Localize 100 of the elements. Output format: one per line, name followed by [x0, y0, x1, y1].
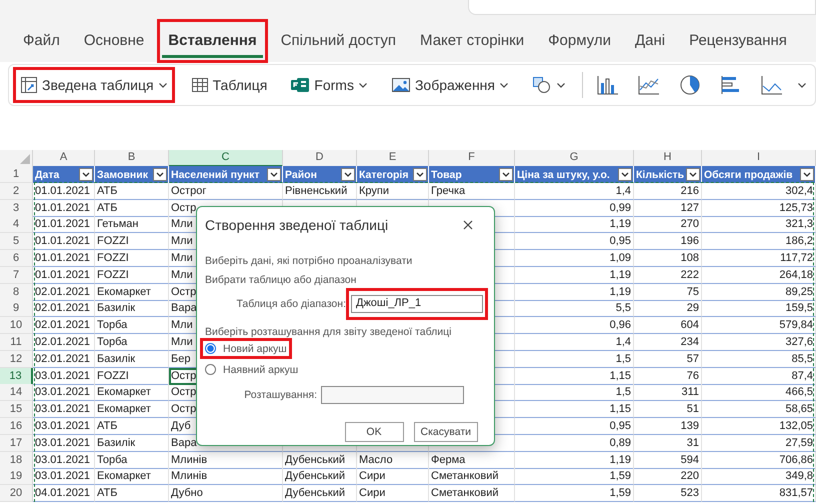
- dialog-button[interactable]: Скасувати: [414, 422, 478, 442]
- row-header[interactable]: 17: [0, 434, 33, 452]
- row-header[interactable]: 8: [0, 284, 33, 301]
- dialog-button[interactable]: OK: [344, 422, 404, 442]
- table-cell: 1,4: [515, 334, 634, 351]
- picture-icon: [390, 76, 411, 94]
- table-cell: 127: [634, 200, 702, 217]
- table-cell: 02.01.2021: [33, 334, 95, 351]
- table-cell: Базилік: [95, 300, 169, 318]
- ribbon-tab[interactable]: Макет сторінки: [414, 28, 530, 58]
- search-field[interactable]: [468, 0, 816, 15]
- table-cell: 321,3: [702, 216, 816, 234]
- toolbar-button[interactable]: Зведена таблиця: [20, 76, 168, 94]
- column-header[interactable]: C: [169, 150, 283, 167]
- table-cell: Дубно: [169, 485, 283, 502]
- table-cell: 51: [634, 401, 702, 418]
- table-cell: 03.01.2021: [33, 452, 95, 469]
- filter-dropdown-icon[interactable]: [341, 168, 355, 181]
- area-chart-icon: [760, 74, 784, 96]
- row-header[interactable]: 3: [0, 200, 33, 217]
- table-cell: 1,59: [515, 485, 634, 502]
- location-field[interactable]: [321, 386, 464, 404]
- ribbon-tab[interactable]: Основне: [78, 28, 150, 58]
- table-cell: 1,09: [515, 250, 634, 267]
- toolbar-button[interactable]: Forms: [290, 76, 368, 94]
- ribbon-tab[interactable]: Спільний доступ: [274, 28, 402, 58]
- table-cell: АТБ: [95, 485, 169, 502]
- table-cell: 264,18: [702, 266, 816, 284]
- filter-dropdown-icon[interactable]: [413, 168, 427, 181]
- table-cell: 02.01.2021: [33, 284, 95, 301]
- row-header[interactable]: 6: [0, 250, 33, 267]
- toolbar-button[interactable]: Зображення: [390, 76, 509, 94]
- close-icon[interactable]: [462, 219, 474, 231]
- table-cell: 1,59: [515, 468, 634, 486]
- row-header[interactable]: 4: [0, 216, 33, 234]
- range-field[interactable]: Джоші_ЛР_1: [351, 295, 483, 313]
- table-cell: 85,5: [702, 350, 816, 368]
- filter-dropdown-icon[interactable]: [686, 168, 700, 181]
- table-cell: 03.01.2021: [33, 468, 95, 486]
- toolbar-button[interactable]: [532, 76, 566, 94]
- table-cell: 196: [634, 233, 702, 250]
- column-title: Населений пункт: [171, 168, 260, 180]
- table-cell: Торба: [95, 317, 169, 334]
- table-cell: Екомаркет: [95, 401, 169, 418]
- filter-dropdown-icon[interactable]: [79, 168, 93, 181]
- filter-dropdown-icon[interactable]: [267, 168, 281, 181]
- radio-button[interactable]: [205, 343, 216, 354]
- toolbar-button[interactable]: Таблиця: [190, 76, 268, 94]
- table-cell: 831,57: [702, 485, 816, 502]
- row-header[interactable]: 11: [0, 334, 33, 351]
- table-cell: 327,6: [702, 334, 816, 351]
- table-cell: FOZZI: [95, 368, 169, 385]
- column-title: Обсяги продажів: [704, 168, 793, 180]
- radio-button[interactable]: [205, 364, 216, 375]
- table-cell: 03.01.2021: [33, 384, 95, 402]
- table-cell: 234: [634, 334, 702, 351]
- table-cell: 349,8: [702, 468, 816, 486]
- row-header[interactable]: 14: [0, 384, 33, 402]
- table-cell: 0,96: [515, 317, 634, 334]
- filter-dropdown-icon[interactable]: [618, 168, 632, 181]
- row-header[interactable]: 19: [0, 468, 33, 486]
- table-cell: 220: [634, 468, 702, 486]
- row-header[interactable]: 5: [0, 233, 33, 250]
- row-header[interactable]: 18: [0, 452, 33, 469]
- row-header[interactable]: 13: [0, 368, 33, 385]
- row-header[interactable]: 20: [0, 485, 33, 502]
- ribbon-tab[interactable]: Рецензування: [683, 28, 793, 58]
- row-header[interactable]: 9: [0, 300, 33, 318]
- ribbon-tab[interactable]: Файл: [17, 28, 66, 58]
- table-cell: АТБ: [95, 418, 169, 435]
- column-title: Товар: [431, 168, 462, 180]
- table-cell: 108: [634, 250, 702, 267]
- table-cell: 58,65: [702, 401, 816, 418]
- filter-dropdown-icon[interactable]: [153, 168, 167, 181]
- row-header[interactable]: 2: [0, 182, 33, 200]
- row-header[interactable]: 12: [0, 350, 33, 368]
- filter-dropdown-icon[interactable]: [800, 168, 814, 181]
- ribbon-tab[interactable]: Дані: [628, 28, 672, 58]
- table-cell: 604: [634, 317, 702, 334]
- row-header[interactable]: 7: [0, 266, 33, 284]
- table-cell: 466,5: [702, 384, 816, 402]
- row-header[interactable]: 10: [0, 317, 33, 334]
- row-header[interactable]: 1: [0, 166, 33, 183]
- shapes-icon: [532, 76, 552, 94]
- table-cell: Екомаркет: [95, 468, 169, 486]
- forms-icon: [290, 76, 310, 94]
- table-cell: 0,95: [515, 418, 634, 435]
- ribbon-tab[interactable]: Формули: [542, 28, 617, 58]
- caret-icon[interactable]: [797, 80, 807, 90]
- table-cell: 75: [634, 284, 702, 301]
- table-cell: 02.01.2021: [33, 300, 95, 318]
- line-chart-icon: [637, 74, 661, 96]
- table-cell: 5,5: [515, 300, 634, 318]
- filter-dropdown-icon[interactable]: [499, 168, 513, 181]
- table-cell: Сири: [357, 468, 429, 486]
- row-header[interactable]: 16: [0, 418, 33, 435]
- table-cell: 87,4: [702, 368, 816, 385]
- table-cell: 04.01.2021: [33, 485, 95, 502]
- row-header[interactable]: 15: [0, 401, 33, 418]
- ribbon-tab[interactable]: Вставлення: [162, 28, 263, 58]
